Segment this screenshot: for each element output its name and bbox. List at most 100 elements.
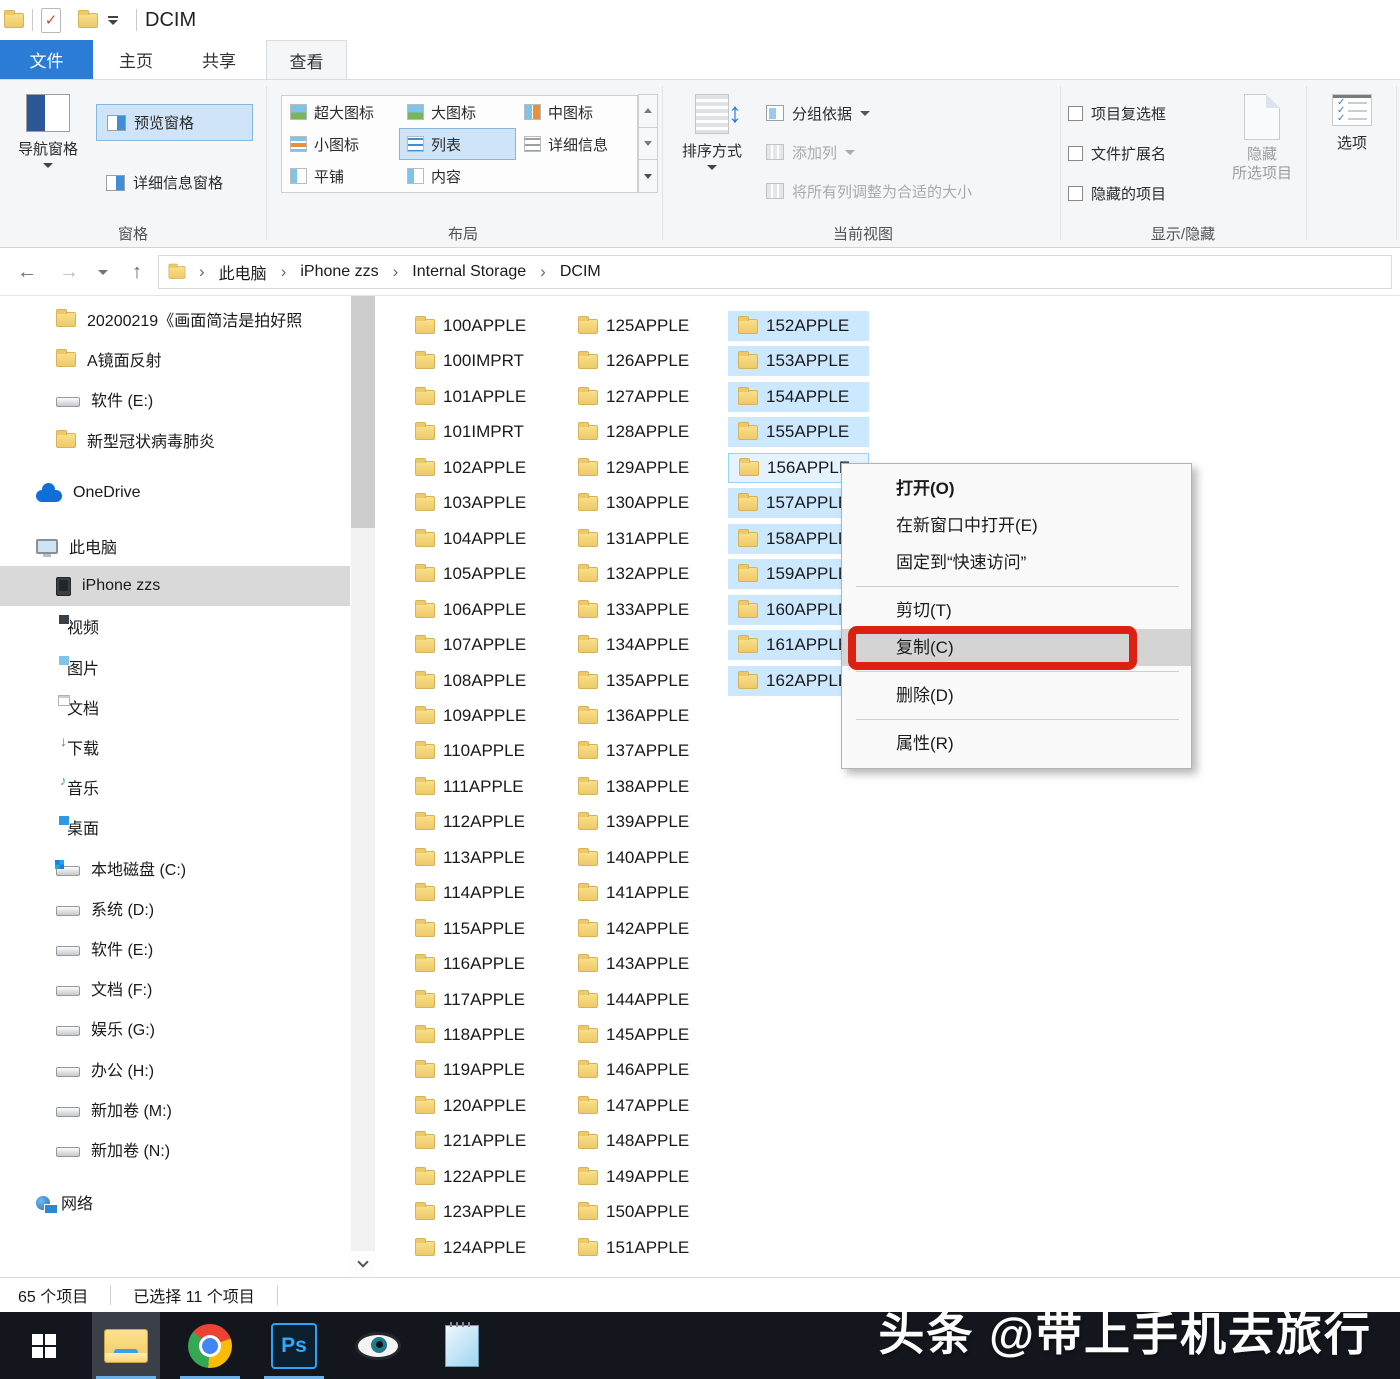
history-dropdown-button[interactable] (92, 257, 114, 287)
file-item[interactable]: 153APPLE (728, 346, 869, 376)
sidebar-item[interactable]: 系统 (D:) (0, 888, 350, 928)
file-item[interactable]: 139APPLE (568, 807, 720, 837)
file-item[interactable]: 123APPLE (405, 1197, 557, 1227)
file-item[interactable]: 135APPLE (568, 666, 720, 696)
sidebar-item[interactable]: OneDrive (0, 473, 350, 513)
file-item[interactable]: 104APPLE (405, 524, 557, 554)
gallery-more-button[interactable] (638, 159, 658, 194)
layout-option-g-det[interactable]: 详细信息 (516, 128, 633, 160)
group-by-button[interactable]: 分组依据 (766, 98, 871, 128)
file-item[interactable]: 100APPLE (405, 311, 557, 341)
sidebar-item[interactable]: A镜面反射 (0, 339, 350, 379)
file-item[interactable]: 131APPLE (568, 524, 720, 554)
file-item[interactable]: 118APPLE (405, 1020, 557, 1050)
file-item[interactable]: 151APPLE (568, 1233, 720, 1263)
file-item[interactable]: 102APPLE (405, 453, 557, 483)
sidebar-item[interactable]: 娱乐 (G:) (0, 1008, 350, 1048)
file-item[interactable]: 120APPLE (405, 1091, 557, 1121)
file-item[interactable]: 100IMPRT (405, 346, 557, 376)
taskbar-chrome-button[interactable] (176, 1312, 244, 1379)
file-item[interactable]: 106APPLE (405, 595, 557, 625)
menu-item[interactable]: 固定到“快速访问” (842, 544, 1191, 581)
options-button[interactable]: ✓ ✓ ✓ 选项 (1316, 94, 1388, 153)
sidebar-item[interactable]: iPhone zzs (0, 566, 350, 606)
taskbar-file-explorer-button[interactable] (92, 1312, 160, 1379)
file-item[interactable]: 129APPLE (568, 453, 720, 483)
file-item[interactable]: 140APPLE (568, 843, 720, 873)
navigation-pane-button[interactable]: 导航窗格 (8, 94, 88, 168)
menu-item[interactable]: 在新窗口中打开(E) (842, 507, 1191, 544)
file-item[interactable]: 152APPLE (728, 311, 869, 341)
back-button[interactable]: ← (12, 257, 42, 287)
scrollbar-thumb[interactable] (351, 296, 375, 528)
gallery-scroll-down[interactable] (638, 126, 658, 161)
file-item[interactable]: 121APPLE (405, 1126, 557, 1156)
checkbox-row-1[interactable]: 文件扩展名 (1068, 138, 1166, 168)
size-all-columns-button[interactable]: 将所有列调整为合适的大小 (766, 176, 972, 206)
sidebar-scrollbar[interactable] (351, 296, 375, 1277)
layout-option-g-cont[interactable]: 内容 (399, 160, 516, 192)
folder-icon[interactable] (4, 9, 24, 28)
layout-option-g-sm[interactable]: 小图标 (282, 128, 399, 160)
file-item[interactable]: 155APPLE (728, 417, 869, 447)
sidebar-item[interactable]: 软件 (E:) (0, 379, 350, 419)
sidebar-item[interactable]: 本地磁盘 (C:) (0, 848, 350, 888)
checkbox-icon[interactable] (1068, 105, 1083, 121)
file-item[interactable]: 101IMPRT (405, 417, 557, 447)
sidebar-item[interactable]: 桌面 (0, 807, 350, 847)
file-item[interactable]: 122APPLE (405, 1162, 557, 1192)
file-item[interactable]: 117APPLE (405, 985, 557, 1015)
sidebar-item[interactable]: 文档 (0, 687, 350, 727)
up-button[interactable]: ↑ (122, 257, 152, 287)
layout-option-g-list[interactable]: 列表 (399, 128, 516, 160)
checkbox-row-0[interactable]: 项目复选框 (1068, 98, 1166, 128)
sidebar-item[interactable]: 新加卷 (N:) (0, 1129, 350, 1169)
layout-option-g-lg[interactable]: 大图标 (399, 96, 516, 128)
file-item[interactable]: 149APPLE (568, 1162, 720, 1192)
preview-pane-button[interactable]: 预览窗格 (96, 104, 253, 141)
taskbar-photoshop-button[interactable]: Ps (260, 1312, 328, 1379)
file-item[interactable]: 103APPLE (405, 488, 557, 518)
tab-share[interactable]: 共享 (183, 40, 255, 79)
file-item[interactable]: 130APPLE (568, 488, 720, 518)
file-item[interactable]: 133APPLE (568, 595, 720, 625)
tab-file[interactable]: 文件 (0, 40, 93, 79)
file-item[interactable]: 145APPLE (568, 1020, 720, 1050)
details-pane-button[interactable]: 详细信息窗格 (96, 164, 268, 201)
gallery-scrollbar[interactable] (638, 94, 658, 194)
file-item[interactable]: 109APPLE (405, 701, 557, 731)
layout-option-g-tile[interactable]: 平铺 (282, 160, 399, 192)
file-item[interactable]: 110APPLE (405, 736, 557, 766)
layout-option-g-md[interactable]: 中图标 (516, 96, 633, 128)
properties-check-icon[interactable]: ✓ (41, 7, 61, 33)
breadcrumb-item[interactable]: 此电脑 (217, 260, 269, 284)
breadcrumb-item[interactable]: Internal Storage (410, 263, 528, 281)
sidebar-item[interactable]: 新加卷 (M:) (0, 1089, 350, 1129)
checkbox-row-2[interactable]: 隐藏的项目 (1068, 178, 1166, 208)
sidebar-item[interactable]: 音乐 (0, 767, 350, 807)
add-columns-button[interactable]: 添加列 (766, 137, 856, 167)
file-item[interactable]: 128APPLE (568, 417, 720, 447)
sidebar-item[interactable]: 软件 (E:) (0, 928, 350, 968)
tab-home[interactable]: 主页 (100, 40, 172, 79)
file-item[interactable]: 132APPLE (568, 559, 720, 589)
file-item[interactable]: 119APPLE (405, 1055, 557, 1085)
sidebar-item[interactable]: 20200219《画面简洁是拍好照 (0, 299, 350, 339)
file-item[interactable]: 116APPLE (405, 949, 557, 979)
file-item[interactable]: 101APPLE (405, 382, 557, 412)
file-item[interactable]: 105APPLE (405, 559, 557, 589)
file-item[interactable]: 142APPLE (568, 914, 720, 944)
menu-item[interactable]: 删除(D) (842, 677, 1191, 714)
sidebar-item[interactable]: 办公 (H:) (0, 1049, 350, 1089)
sidebar-item[interactable]: 网络 (0, 1182, 350, 1222)
address-bar[interactable]: › 此电脑 › iPhone zzs › Internal Storage › DCIM (158, 255, 1392, 289)
sidebar-item[interactable]: 下载 (0, 727, 350, 767)
file-item[interactable]: 147APPLE (568, 1091, 720, 1121)
file-item[interactable]: 144APPLE (568, 985, 720, 1015)
file-item[interactable]: 115APPLE (405, 914, 557, 944)
start-button[interactable] (10, 1312, 78, 1379)
checkbox-icon[interactable] (1068, 145, 1083, 161)
sidebar-item[interactable]: 视频 (0, 606, 350, 646)
folder-icon[interactable] (78, 9, 98, 28)
menu-item[interactable]: 打开(O) (842, 470, 1191, 507)
